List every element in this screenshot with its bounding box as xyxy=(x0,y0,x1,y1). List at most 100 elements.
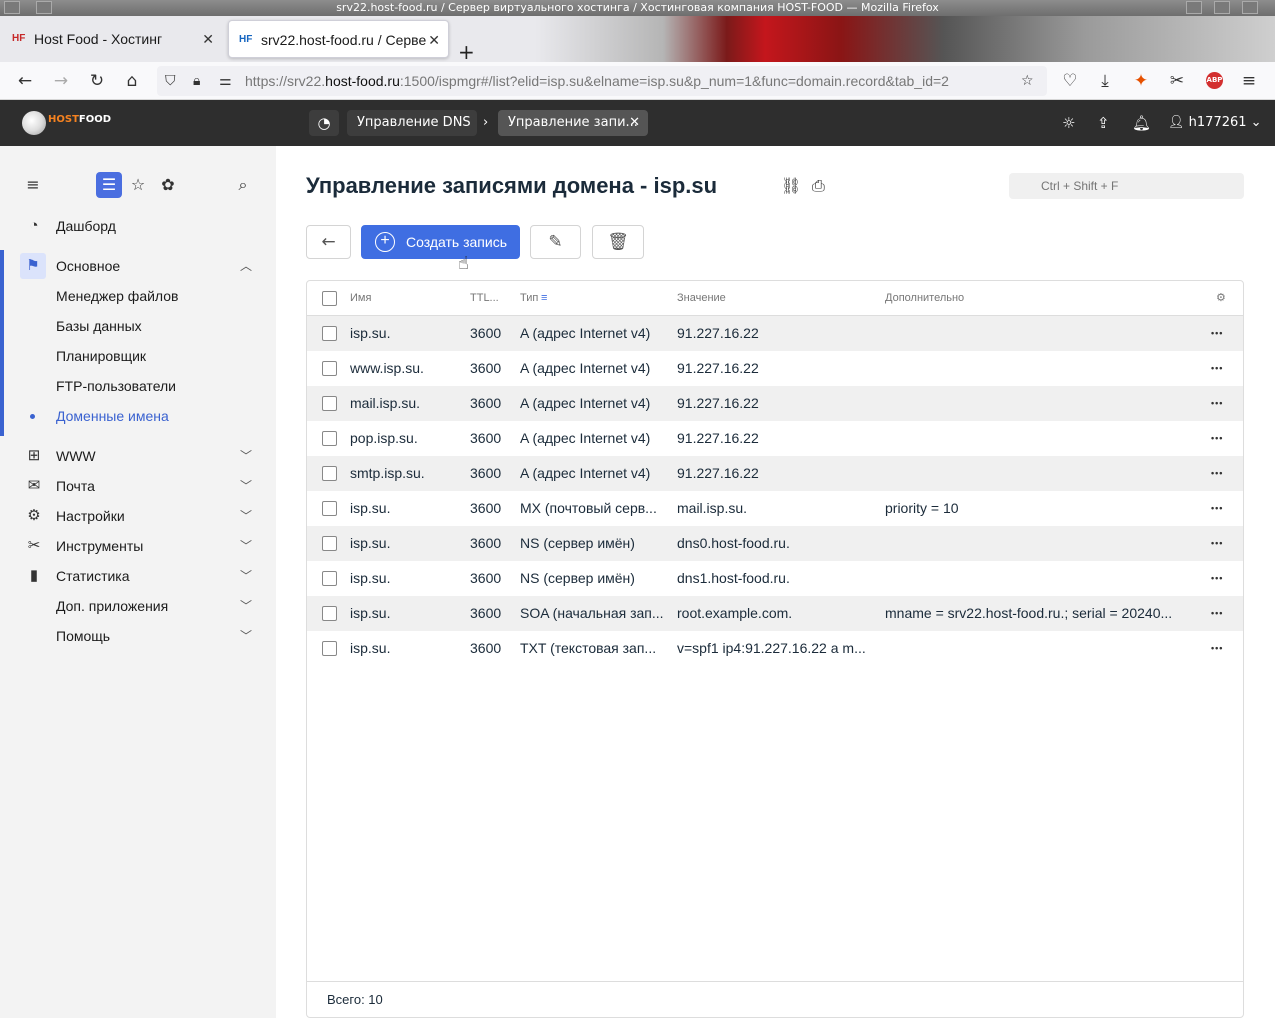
breadcrumb-dns[interactable]: Управление DNS xyxy=(347,110,477,136)
row-actions-more-icon[interactable]: ••• xyxy=(1211,526,1223,561)
maximize-button[interactable] xyxy=(1214,1,1230,14)
list-view-icon[interactable]: ☰ xyxy=(96,172,122,198)
column-header-ttl[interactable]: TTL... xyxy=(470,281,499,316)
sidebar-item-www[interactable]: ⊞ WWW ﹀ xyxy=(0,441,276,471)
edit-button[interactable]: ✎ xyxy=(530,225,581,259)
row-actions-more-icon[interactable]: ••• xyxy=(1211,561,1223,596)
table-row[interactable]: isp.su. 3600 SOA (начальная зап... root.exa… xyxy=(307,596,1243,631)
row-actions-more-icon[interactable]: ••• xyxy=(1211,386,1223,421)
close-breadcrumb-icon[interactable]: ✕ xyxy=(629,110,640,136)
table-row[interactable]: isp.su. 3600 A (адрес Internet v4) 91.227.1… xyxy=(307,316,1243,351)
url-text[interactable]: https://srv22.host-food.ru:1500/ispmgr#/… xyxy=(245,66,1020,96)
url-host: host-food.ru xyxy=(325,73,400,89)
upload-icon[interactable]: ⇪ xyxy=(1097,113,1110,133)
search-input[interactable] xyxy=(1009,173,1244,199)
browser-tab-srv22[interactable]: HF srv22.host-food.ru / Серве ✕ xyxy=(228,20,449,58)
sidebar-item-domains[interactable]: Доменные имена xyxy=(0,401,276,431)
table-row[interactable]: www.isp.su. 3600 A (адрес Internet v4) 91.2… xyxy=(307,351,1243,386)
close-window-button[interactable] xyxy=(1242,1,1258,14)
shield-icon[interactable]: ⛉ xyxy=(165,70,176,92)
user-menu[interactable]: 👤︎ h177261 ⌄ xyxy=(1168,113,1262,133)
window-menu-icon[interactable] xyxy=(36,1,52,14)
reload-icon[interactable]: ↻ xyxy=(86,70,108,92)
favorites-star-icon[interactable]: ☆ xyxy=(125,172,151,198)
row-actions-more-icon[interactable]: ••• xyxy=(1211,631,1223,666)
column-settings-gear-icon[interactable]: ⚙ xyxy=(1216,281,1226,316)
table-row[interactable]: isp.su. 3600 TXT (текстовая зап... v=spf1 i… xyxy=(307,631,1243,666)
sidebar-search-icon[interactable]: ⌕ xyxy=(230,172,256,198)
sidebar-item-ftp-users[interactable]: FTP-пользователи xyxy=(0,371,276,401)
hostfood-logo[interactable]: HOSTFOOD xyxy=(22,111,111,135)
sidebar-item-mail[interactable]: ✉ Почта ﹀ xyxy=(0,471,276,501)
column-header-type[interactable]: Тип xyxy=(520,281,538,316)
create-record-button[interactable]: + Создать запись xyxy=(361,225,520,259)
row-checkbox[interactable] xyxy=(322,396,337,411)
row-checkbox[interactable] xyxy=(322,431,337,446)
link-icon[interactable]: ⛓ xyxy=(781,176,801,195)
sidebar-item-databases[interactable]: Базы данных xyxy=(0,311,276,341)
column-header-value[interactable]: Значение xyxy=(677,281,726,316)
row-checkbox[interactable] xyxy=(322,466,337,481)
menu-hamburger-icon[interactable]: ≡ xyxy=(1238,70,1260,92)
column-header-name[interactable]: Имя xyxy=(350,281,371,316)
breadcrumb-records[interactable]: Управление запи... ✕ xyxy=(498,110,648,136)
row-checkbox[interactable] xyxy=(322,641,337,656)
notifications-bell-icon[interactable]: 🔔︎ xyxy=(1132,113,1151,133)
row-checkbox[interactable] xyxy=(322,606,337,621)
lock-icon[interactable]: 🔒︎ xyxy=(193,70,200,92)
sidebar-item-dashboard[interactable]: ◔ Дашборд xyxy=(0,211,276,241)
back-button[interactable]: ← xyxy=(306,225,351,259)
row-checkbox[interactable] xyxy=(322,571,337,586)
close-tab-icon[interactable]: ✕ xyxy=(428,21,440,59)
adblock-icon[interactable]: ABP xyxy=(1206,72,1223,89)
sidebar-item-main[interactable]: ⚑ Основное ︿ xyxy=(0,251,276,281)
row-checkbox[interactable] xyxy=(322,326,337,341)
row-actions-more-icon[interactable]: ••• xyxy=(1211,456,1223,491)
select-all-checkbox[interactable] xyxy=(322,291,337,306)
downloads-icon[interactable]: ⤓ xyxy=(1094,70,1116,92)
sidebar-item-help[interactable]: Помощь ﹀ xyxy=(0,621,276,651)
new-tab-button[interactable]: + xyxy=(458,40,475,64)
apps-icon[interactable]: ✿ xyxy=(155,172,181,198)
table-row[interactable]: isp.su. 3600 NS (сервер имён) dns1.host-foo… xyxy=(307,561,1243,596)
sidebar-item-settings[interactable]: ⚙ Настройки ﹀ xyxy=(0,501,276,531)
dashboard-shortcut-icon[interactable]: ◔ xyxy=(309,110,339,136)
row-actions-more-icon[interactable]: ••• xyxy=(1211,596,1223,631)
row-actions-more-icon[interactable]: ••• xyxy=(1211,491,1223,526)
row-actions-more-icon[interactable]: ••• xyxy=(1211,351,1223,386)
table-row[interactable]: isp.su. 3600 MX (почтовый серв... mail.isp.… xyxy=(307,491,1243,526)
sort-icon[interactable]: ≡ xyxy=(541,281,547,316)
sidebar-item-scheduler[interactable]: Планировщик xyxy=(0,341,276,371)
minimize-button[interactable] xyxy=(1186,1,1202,14)
sidebar-item-file-manager[interactable]: Менеджер файлов xyxy=(0,281,276,311)
browser-tab-hostfood[interactable]: HF Host Food - Хостинг ✕ xyxy=(2,20,222,58)
table-row[interactable]: smtp.isp.su. 3600 A (адрес Internet v4) 91.… xyxy=(307,456,1243,491)
row-actions-more-icon[interactable]: ••• xyxy=(1211,421,1223,456)
close-tab-icon[interactable]: ✕ xyxy=(202,20,214,58)
row-checkbox[interactable] xyxy=(322,536,337,551)
table-row[interactable]: mail.isp.su. 3600 A (адрес Internet v4) 91.… xyxy=(307,386,1243,421)
row-checkbox[interactable] xyxy=(322,361,337,376)
bookmark-star-icon[interactable]: ☆ xyxy=(1021,70,1034,92)
row-actions-more-icon[interactable]: ••• xyxy=(1211,316,1223,351)
hostfood-favicon-icon: HF xyxy=(239,34,253,45)
table-row[interactable]: isp.su. 3600 NS (сервер имён) dns0.host-foo… xyxy=(307,526,1243,561)
sidebar-item-stats[interactable]: ▮ Статистика ﹀ xyxy=(0,561,276,591)
menu-toggle-icon[interactable]: ≡ xyxy=(20,172,46,198)
sidebar-item-extra-apps[interactable]: Доп. приложения ﹀ xyxy=(0,591,276,621)
pocket-icon[interactable]: ♡ xyxy=(1059,70,1081,92)
address-bar[interactable]: ⛉ 🔒︎ ⚌ https://srv22.host-food.ru:1500/i… xyxy=(157,66,1047,96)
forward-icon[interactable]: → xyxy=(50,70,72,92)
extension-fox-icon[interactable]: ✦ xyxy=(1130,70,1152,92)
theme-sun-icon[interactable]: ☼ xyxy=(1062,113,1075,133)
delete-button[interactable]: 🗑︎ xyxy=(592,225,644,259)
sidebar-item-tools[interactable]: ✂ Инструменты ﹀ xyxy=(0,531,276,561)
permissions-icon[interactable]: ⚌ xyxy=(219,70,232,92)
extension-tools-icon[interactable]: ✂ xyxy=(1166,70,1188,92)
back-icon[interactable]: ← xyxy=(14,70,36,92)
export-icon[interactable]: ⎙ xyxy=(812,176,825,196)
table-row[interactable]: pop.isp.su. 3600 A (адрес Internet v4) 91.2… xyxy=(307,421,1243,456)
row-checkbox[interactable] xyxy=(322,501,337,516)
column-header-extra[interactable]: Дополнительно xyxy=(885,281,964,316)
home-icon[interactable]: ⌂ xyxy=(121,70,143,92)
